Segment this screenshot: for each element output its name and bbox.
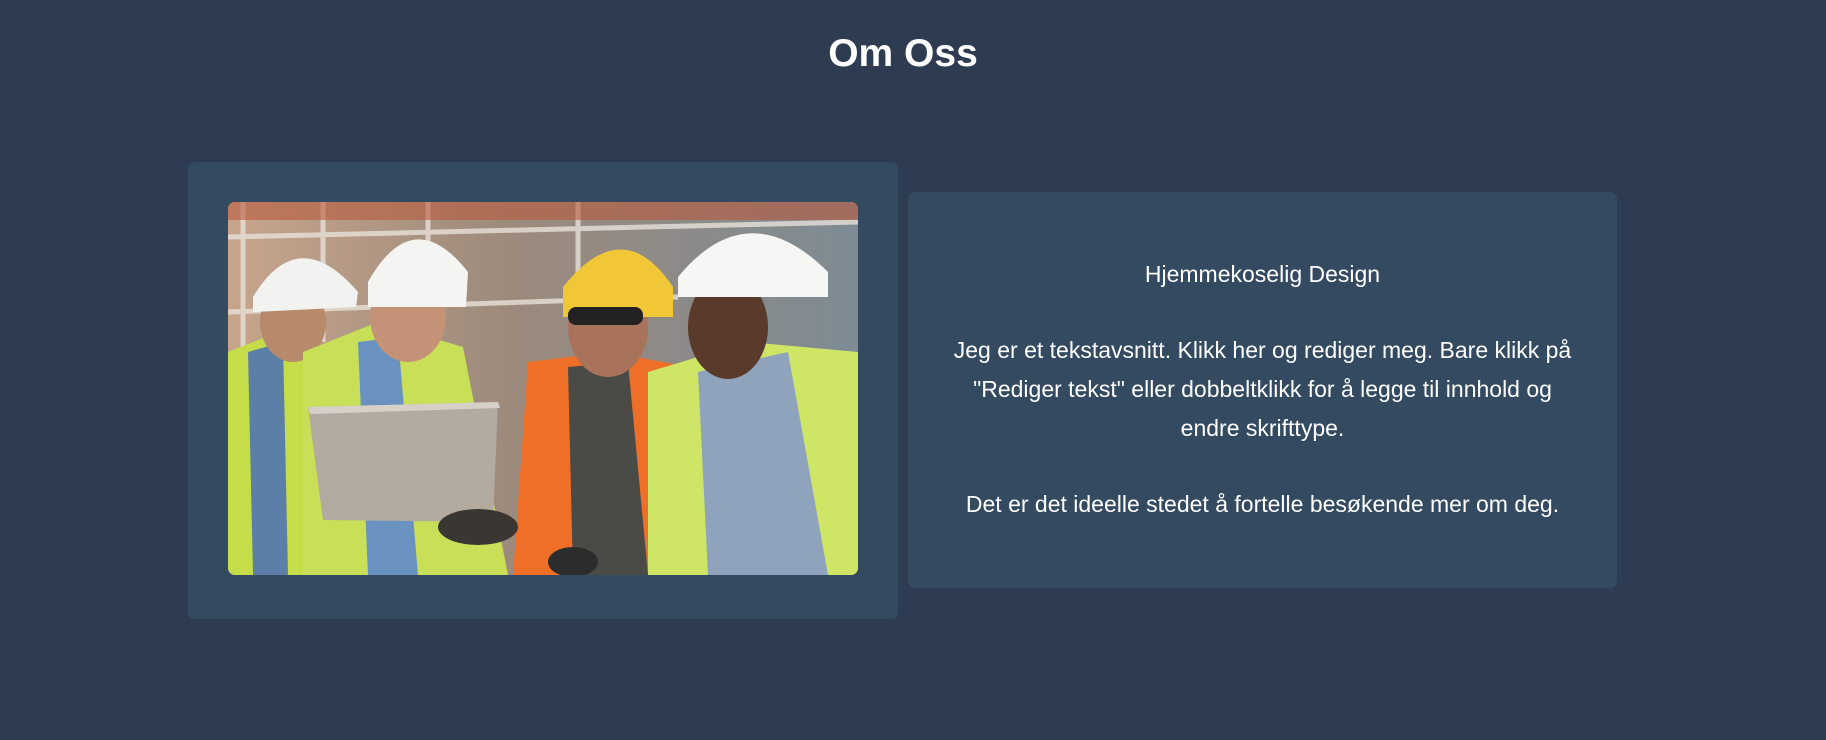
about-text-card: Hjemmekoselig Design Jeg er et tekstavsn… <box>908 192 1617 588</box>
image-card <box>188 162 898 619</box>
about-paragraph-1: Jeg er et tekstavsnitt. Klikk her og red… <box>953 337 1572 441</box>
construction-workers-photo <box>228 202 858 575</box>
about-heading: Hjemmekoselig Design <box>1144 261 1381 287</box>
about-paragraph-2: Det er det ideelle stedet å fortelle bes… <box>965 491 1560 517</box>
about-section: Om Oss Hjemmekoselig Design Jeg er et te… <box>0 0 1826 740</box>
page-title: Om Oss <box>828 32 978 75</box>
